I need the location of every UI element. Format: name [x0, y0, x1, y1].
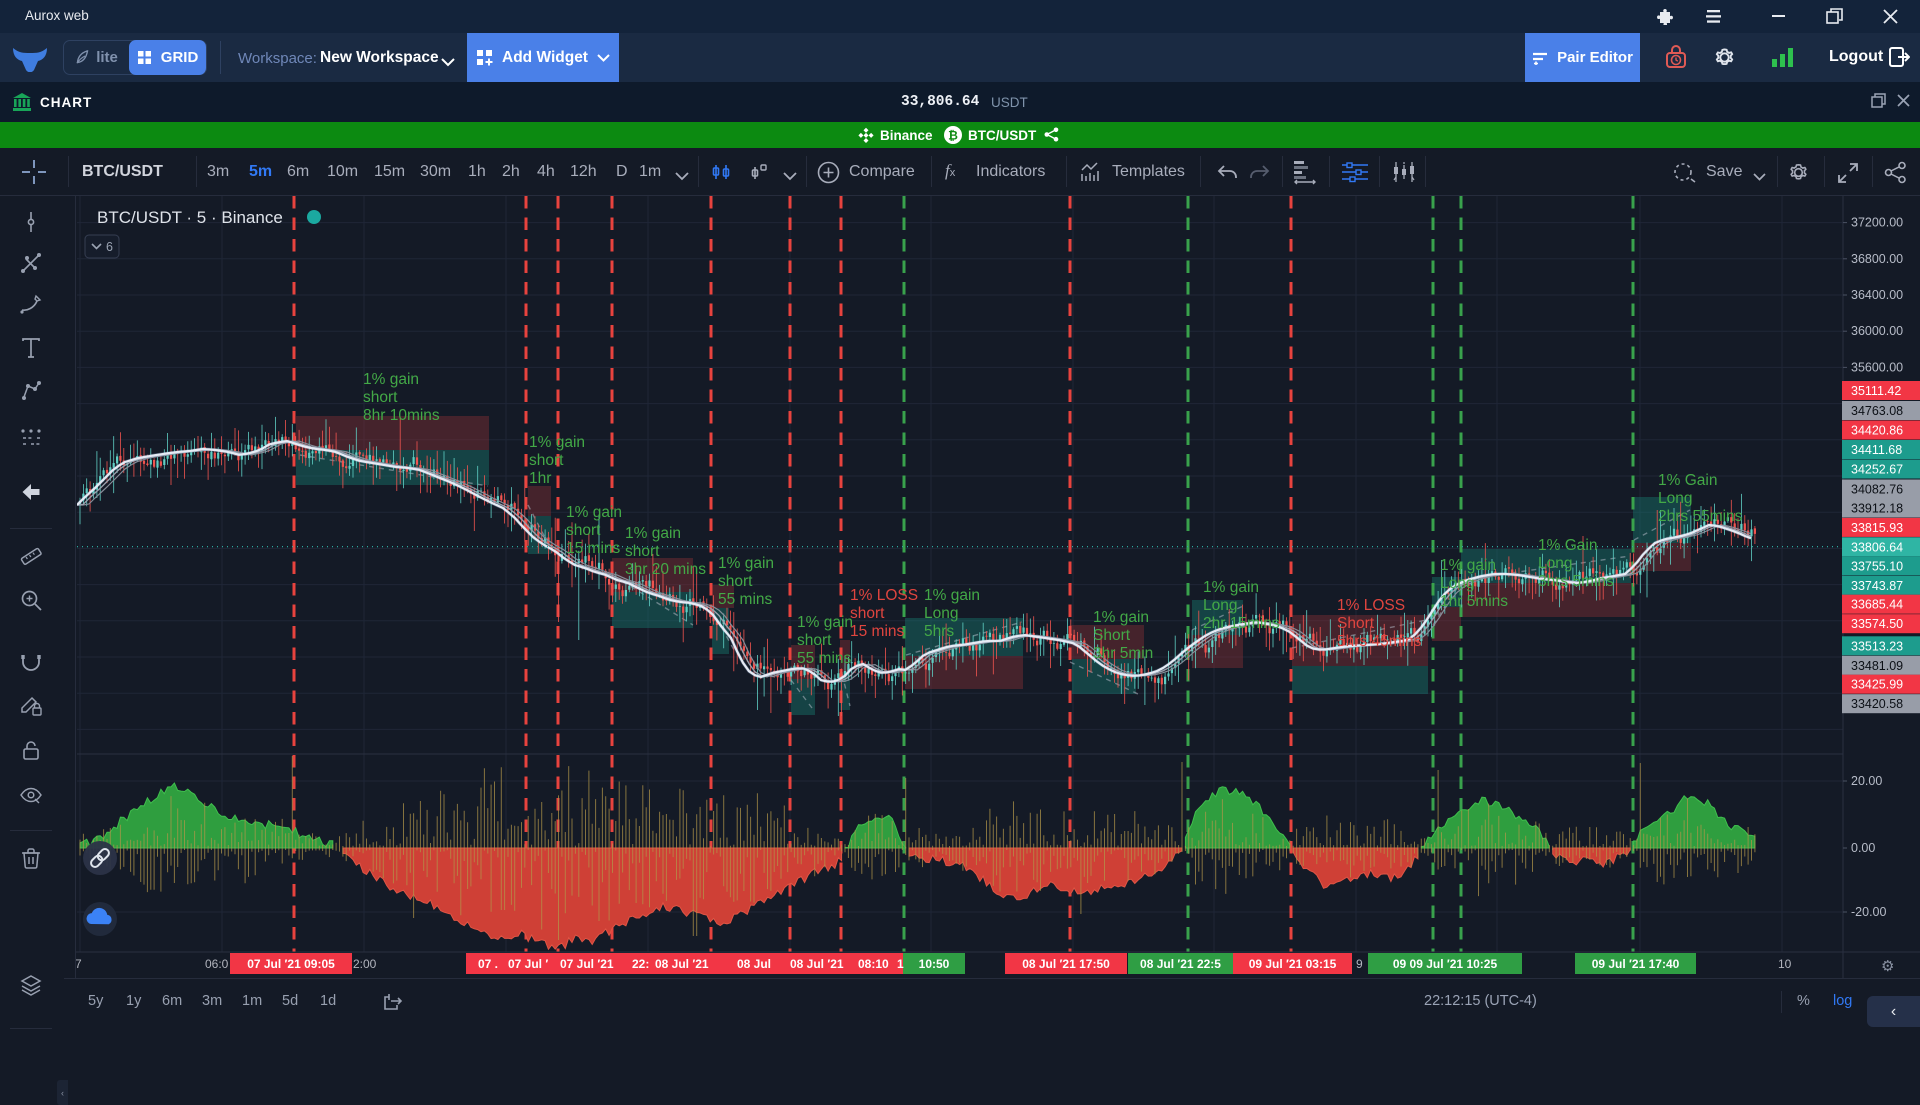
svg-text:2hr 15mins: 2hr 15mins	[1203, 615, 1280, 632]
svg-text:short: short	[529, 452, 564, 469]
svg-text:short: short	[566, 522, 601, 539]
svg-text:34082.76: 34082.76	[1851, 483, 1903, 497]
svg-text:short: short	[625, 543, 660, 560]
svg-text:08 Jul ′21: 08 Jul ′21	[655, 957, 709, 971]
svg-text:0.00: 0.00	[1851, 841, 1875, 855]
svg-text:09 Jul ′21 03:15: 09 Jul ′21 03:15	[1249, 957, 1337, 971]
svg-text:1% gain: 1% gain	[718, 555, 774, 572]
svg-text:2:00: 2:00	[353, 957, 377, 971]
svg-text:33815.93: 33815.93	[1851, 521, 1903, 535]
svg-text:1% LOSS: 1% LOSS	[850, 587, 918, 604]
svg-text:07 Jul ′21: 07 Jul ′21	[560, 957, 614, 971]
svg-text:2hrs 55mins: 2hrs 55mins	[1658, 508, 1743, 525]
svg-text:33420.58: 33420.58	[1851, 697, 1903, 711]
svg-text:33685.44: 33685.44	[1851, 598, 1903, 612]
svg-text:07 .: 07 .	[478, 957, 498, 971]
svg-text:55 mins: 55 mins	[718, 591, 773, 608]
svg-text:36400.00: 36400.00	[1851, 288, 1903, 302]
svg-text:BTC/USDT · 5 · Binance: BTC/USDT · 5 · Binance	[97, 208, 283, 227]
svg-text:35600.00: 35600.00	[1851, 360, 1903, 374]
svg-text:10:50: 10:50	[919, 957, 950, 971]
svg-text:33425.99: 33425.99	[1851, 678, 1903, 692]
svg-text:33912.18: 33912.18	[1851, 502, 1903, 516]
svg-text:1% gain: 1% gain	[924, 587, 980, 604]
svg-text:08 Jul: 08 Jul	[737, 957, 771, 971]
svg-text:1% gain: 1% gain	[566, 504, 622, 521]
svg-text:1% LOSS: 1% LOSS	[1337, 597, 1405, 614]
svg-text:short: short	[850, 605, 885, 622]
svg-text:1hr: 1hr	[529, 470, 551, 487]
svg-text:34420.86: 34420.86	[1851, 424, 1903, 438]
svg-text:3hr 20 mins: 3hr 20 mins	[625, 561, 706, 578]
svg-text:Short: Short	[1093, 627, 1131, 644]
svg-text:1% Gain: 1% Gain	[1658, 472, 1717, 489]
svg-text:1% gain: 1% gain	[1203, 579, 1259, 596]
svg-text:3hr 5min: 3hr 5min	[1093, 645, 1153, 662]
svg-text:1% gain: 1% gain	[363, 371, 419, 388]
svg-text:08 Jul ′21 17:50: 08 Jul ′21 17:50	[1022, 957, 1110, 971]
svg-text:33755.10: 33755.10	[1851, 559, 1903, 573]
svg-text:Short: Short	[1337, 615, 1375, 632]
svg-text:34252.67: 34252.67	[1851, 463, 1903, 477]
svg-text:10: 10	[1778, 957, 1792, 971]
svg-text:6: 6	[106, 240, 113, 254]
svg-text:-20.00: -20.00	[1851, 905, 1886, 919]
svg-text:short: short	[797, 632, 832, 649]
svg-text:33743.87: 33743.87	[1851, 579, 1903, 593]
svg-text:15 mins: 15 mins	[850, 623, 905, 640]
svg-text:36800.00: 36800.00	[1851, 252, 1903, 266]
svg-text:1% gain: 1% gain	[1440, 557, 1496, 574]
svg-text:07 Jul ′: 07 Jul ′	[508, 957, 548, 971]
svg-text:22:: 22:	[632, 957, 649, 971]
svg-text:5hrs 45mins: 5hrs 45mins	[1337, 633, 1422, 650]
svg-text:1hr 5mins: 1hr 5mins	[1440, 593, 1508, 610]
svg-text:34763.08: 34763.08	[1851, 404, 1903, 418]
svg-text:8hr 10mins: 8hr 10mins	[363, 407, 440, 424]
svg-text:1% gain: 1% gain	[529, 434, 585, 451]
svg-text:5hrs: 5hrs	[924, 623, 954, 640]
svg-text:1% gain: 1% gain	[797, 614, 853, 631]
svg-text:37200.00: 37200.00	[1851, 216, 1903, 230]
svg-text:20.00: 20.00	[1851, 774, 1882, 788]
svg-text:Long: Long	[1440, 575, 1474, 592]
svg-text:3hrs 5mins: 3hrs 5mins	[1538, 573, 1614, 590]
svg-text:Long: Long	[924, 605, 958, 622]
svg-text:35111.42: 35111.42	[1851, 384, 1901, 398]
svg-text:33481.09: 33481.09	[1851, 659, 1903, 673]
svg-text:short: short	[363, 389, 398, 406]
svg-text:Long: Long	[1658, 490, 1692, 507]
svg-text:06:0: 06:0	[205, 957, 229, 971]
svg-text:⚙: ⚙	[1881, 958, 1894, 975]
svg-text:1% Gain: 1% Gain	[1538, 537, 1597, 554]
svg-text:1% gain: 1% gain	[625, 525, 681, 542]
svg-text:33806.64: 33806.64	[1851, 540, 1903, 554]
svg-text:33574.50: 33574.50	[1851, 617, 1903, 631]
svg-text:08 Jul ′21 22:5: 08 Jul ′21 22:5	[1140, 957, 1221, 971]
svg-text:55 mins: 55 mins	[797, 650, 852, 667]
svg-text:09 09 Jul ′21 10:25: 09 09 Jul ′21 10:25	[1393, 957, 1498, 971]
svg-text:15 mins: 15 mins	[566, 540, 621, 557]
svg-text:₿: ₿	[948, 129, 958, 143]
svg-text:34411.68: 34411.68	[1851, 443, 1902, 457]
svg-text:33513.23: 33513.23	[1851, 639, 1903, 653]
svg-text:36000.00: 36000.00	[1851, 324, 1903, 338]
svg-text:Long: Long	[1203, 597, 1237, 614]
svg-text:07 Jul ′21 09:05: 07 Jul ′21 09:05	[247, 957, 335, 971]
svg-text:Long: Long	[1538, 555, 1572, 572]
svg-text:short: short	[718, 573, 753, 590]
svg-text:7: 7	[75, 957, 82, 971]
svg-text:1: 1	[897, 957, 904, 971]
svg-text:08:10: 08:10	[858, 957, 889, 971]
svg-text:1% gain: 1% gain	[1093, 609, 1149, 626]
svg-text:09 Jul ′21 17:40: 09 Jul ′21 17:40	[1592, 957, 1680, 971]
svg-text:08 Jul ′21: 08 Jul ′21	[790, 957, 844, 971]
svg-text:9: 9	[1356, 957, 1363, 971]
